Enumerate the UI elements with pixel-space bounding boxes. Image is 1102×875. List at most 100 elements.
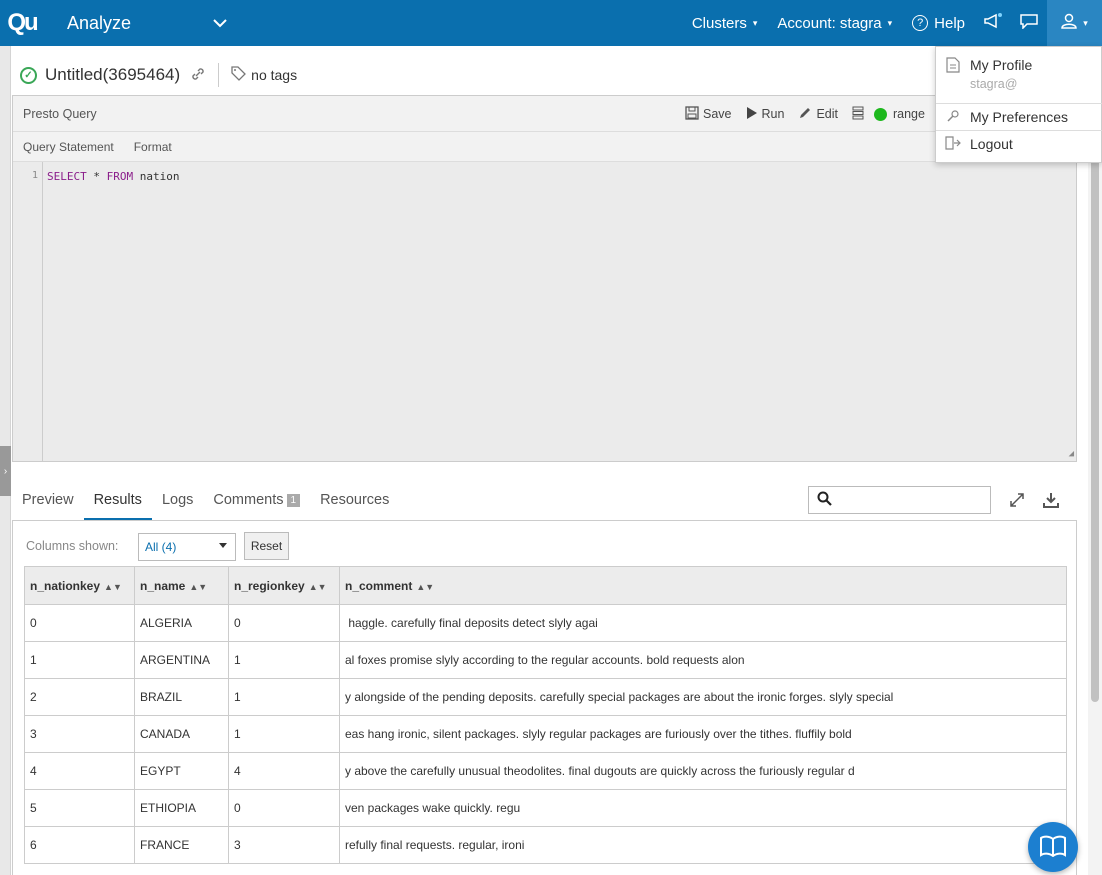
app-title: Analyze bbox=[67, 12, 132, 33]
table-cell: 1 bbox=[228, 641, 340, 679]
top-navbar: Qu Analyze Clusters ▾ Account: stagra ▾ … bbox=[0, 0, 1102, 46]
sort-icon[interactable]: ▲▼ bbox=[416, 582, 434, 592]
account-menu[interactable]: Account: stagra ▾ bbox=[767, 0, 902, 46]
profile-icon bbox=[936, 57, 970, 76]
sql-code-line: SELECT * FROM nation bbox=[47, 170, 180, 183]
table-row: 3 CANADA 1 eas hang ironic, silent packa… bbox=[24, 715, 1067, 753]
sort-icon[interactable]: ▲▼ bbox=[309, 582, 327, 592]
chevron-down-icon: ▾ bbox=[1083, 17, 1088, 28]
table-cell: 5 bbox=[24, 789, 135, 827]
table-cell: 0 bbox=[228, 789, 340, 827]
menu-item-my-preferences[interactable]: My Preferences bbox=[936, 109, 1102, 126]
tab-format[interactable]: Format bbox=[134, 140, 172, 154]
run-button[interactable]: Run bbox=[746, 106, 785, 123]
comments-count-badge: 1 bbox=[286, 493, 301, 507]
pencil-icon bbox=[798, 106, 812, 123]
play-icon bbox=[746, 106, 758, 123]
help-icon: ? bbox=[912, 15, 929, 31]
table-cell: FRANCE bbox=[134, 826, 229, 864]
columns-shown-select[interactable]: All (4) bbox=[138, 533, 236, 561]
table-cell: 2 bbox=[24, 678, 135, 716]
column-header[interactable]: n_nationkey ▲▼ bbox=[24, 566, 135, 605]
menu-item-logout[interactable]: Logout bbox=[936, 136, 1102, 153]
sort-icon[interactable]: ▲▼ bbox=[104, 582, 122, 592]
logout-icon bbox=[936, 136, 970, 153]
help-label: Help bbox=[934, 14, 965, 32]
save-label: Save bbox=[703, 107, 732, 121]
divider bbox=[218, 63, 220, 87]
page-scrollbar[interactable] bbox=[1088, 46, 1102, 875]
table-row: 4 EGYPT 4 y above the carefully unusual … bbox=[24, 752, 1067, 790]
table-cell: ETHIOPIA bbox=[134, 789, 229, 827]
line-numbers: 1 bbox=[13, 162, 43, 461]
logout-label: Logout bbox=[970, 136, 1013, 152]
table-cell: ALGERIA bbox=[134, 604, 229, 642]
tab-logs[interactable]: Logs bbox=[152, 492, 203, 520]
tab-query-statement[interactable]: Query Statement bbox=[23, 140, 114, 154]
feedback-button[interactable] bbox=[1011, 0, 1047, 46]
announcements-button[interactable] bbox=[975, 0, 1011, 46]
query-type-label: Presto Query bbox=[23, 106, 97, 121]
table-cell: BRAZIL bbox=[134, 678, 229, 716]
table-cell: 0 bbox=[24, 604, 135, 642]
save-button[interactable]: Save bbox=[685, 105, 732, 123]
resize-handle-icon[interactable]: ◢ bbox=[1069, 449, 1074, 459]
table-row: 1 ARGENTINA 1 al foxes promise slyly acc… bbox=[24, 641, 1067, 679]
tag-icon bbox=[231, 66, 247, 84]
results-panel: Columns shown: All (4) Reset n_nationkey… bbox=[12, 521, 1077, 875]
chevron-right-icon: › bbox=[3, 465, 8, 477]
app-logo[interactable]: Qu bbox=[0, 0, 44, 46]
column-header[interactable]: n_regionkey ▲▼ bbox=[228, 566, 340, 605]
edit-button[interactable]: Edit bbox=[798, 106, 838, 123]
chevron-down-icon: ▾ bbox=[887, 17, 893, 28]
table-cell: 6 bbox=[24, 826, 135, 864]
query-title[interactable]: Untitled(3695464) bbox=[45, 65, 180, 85]
my-profile-label: My Profile bbox=[970, 57, 1033, 73]
menu-item-my-profile[interactable]: My Profile stagra@ bbox=[936, 57, 1102, 91]
table-cell: haggle. carefully final deposits detect … bbox=[339, 604, 1067, 642]
help-link[interactable]: ? Help bbox=[902, 0, 975, 46]
download-icon[interactable] bbox=[1043, 492, 1059, 511]
column-header[interactable]: n_name ▲▼ bbox=[134, 566, 229, 605]
table-cell: 3 bbox=[228, 826, 340, 864]
editor-toolbar: Save Run Edit range bbox=[685, 96, 939, 132]
table-cell: 0 bbox=[228, 604, 340, 642]
run-label: Run bbox=[761, 107, 785, 121]
table-cell: y above the carefully unusual theodolite… bbox=[339, 752, 1067, 790]
tab-resources[interactable]: Resources bbox=[310, 492, 399, 520]
reset-button[interactable]: Reset bbox=[244, 532, 289, 560]
user-menu-button[interactable]: ▾ bbox=[1047, 0, 1102, 46]
menu-divider bbox=[936, 130, 1102, 131]
table-cell: 1 bbox=[228, 715, 340, 753]
comments-label: Comments bbox=[213, 492, 284, 508]
query-header: ✓ Untitled(3695464) no tags bbox=[20, 62, 297, 88]
sidebar-expand-toggle[interactable]: › bbox=[0, 446, 11, 496]
clusters-menu[interactable]: Clusters ▾ bbox=[682, 0, 768, 46]
edit-label: Edit bbox=[816, 107, 838, 121]
tab-results[interactable]: Results bbox=[83, 492, 152, 520]
tags-label[interactable]: no tags bbox=[251, 67, 297, 83]
results-search-input[interactable] bbox=[808, 486, 991, 514]
table-cell: 3 bbox=[24, 715, 135, 753]
expand-icon[interactable] bbox=[1009, 492, 1025, 511]
cluster-selector[interactable]: range bbox=[852, 106, 925, 123]
table-row: 0 ALGERIA 0 haggle. carefully final depo… bbox=[24, 604, 1067, 642]
link-icon[interactable] bbox=[190, 66, 206, 85]
column-header[interactable]: n_comment ▲▼ bbox=[339, 566, 1067, 605]
sort-icon[interactable]: ▲▼ bbox=[189, 582, 207, 592]
table-cell: 4 bbox=[228, 752, 340, 790]
table-row: 5 ETHIOPIA 0 ven packages wake quickly. … bbox=[24, 789, 1067, 827]
tab-preview[interactable]: Preview bbox=[12, 492, 84, 520]
save-icon bbox=[685, 105, 699, 123]
user-dropdown-menu: My Profile stagra@ My Preferences Logout bbox=[935, 46, 1102, 163]
search-icon bbox=[817, 491, 832, 509]
status-success-icon: ✓ bbox=[20, 66, 37, 84]
book-icon bbox=[1040, 835, 1066, 860]
table-cell: 1 bbox=[24, 641, 135, 679]
user-email: stagra@ bbox=[970, 77, 1018, 91]
help-docs-button[interactable] bbox=[1028, 822, 1078, 872]
tab-comments[interactable]: Comments 1 bbox=[203, 492, 310, 520]
query-editor-panel: Presto Query Save Run Edit range Query S… bbox=[12, 95, 1077, 462]
sql-editor[interactable]: 1 SELECT * FROM nation ◢ bbox=[13, 162, 1076, 461]
app-switcher[interactable]: Analyze bbox=[67, 13, 227, 34]
